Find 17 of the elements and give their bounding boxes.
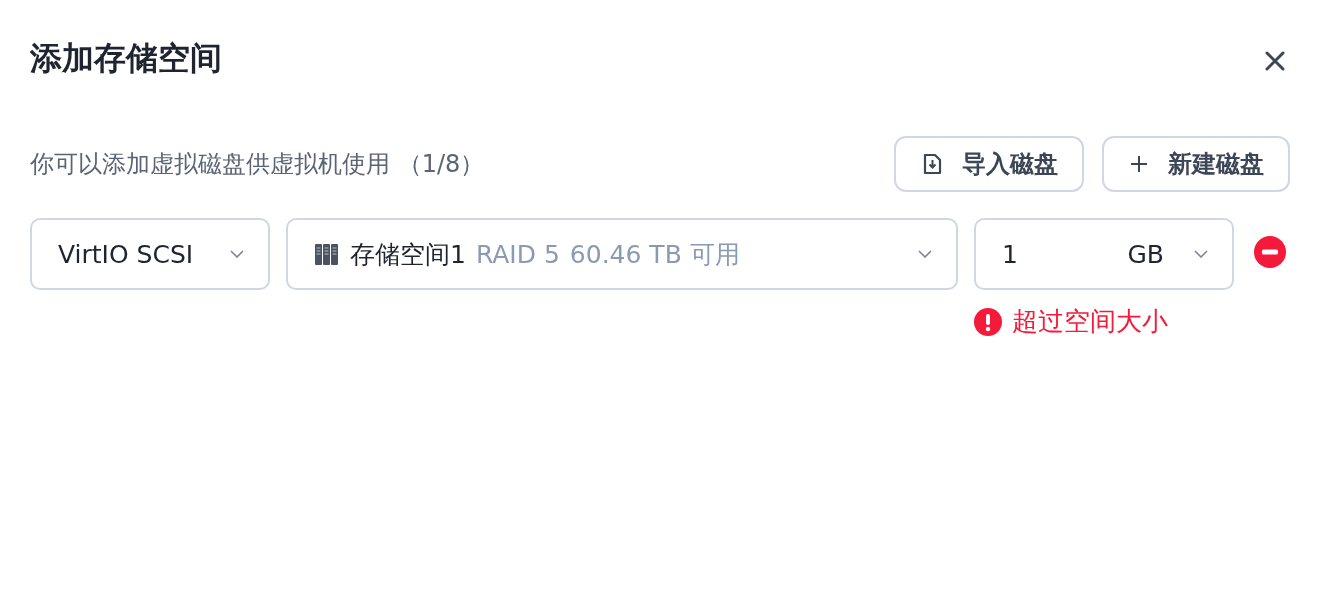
description-text: 你可以添加虚拟磁盘供虚拟机使用 （1/8） bbox=[30, 149, 485, 180]
error-message: 超过空间大小 bbox=[1012, 305, 1168, 338]
new-disk-button[interactable]: 新建磁盘 bbox=[1102, 136, 1290, 192]
remove-icon[interactable] bbox=[1254, 236, 1286, 268]
import-disk-button[interactable]: 导入磁盘 bbox=[894, 136, 1084, 192]
error-icon bbox=[974, 307, 1002, 336]
chevron-down-icon bbox=[918, 250, 932, 258]
bus-select[interactable]: VirtIO SCSI bbox=[30, 218, 270, 290]
chevron-down-icon bbox=[230, 250, 244, 258]
close-icon[interactable] bbox=[1264, 50, 1286, 72]
storage-pool-select[interactable]: 存储空间1 RAID 5 60.46 TB 可用 bbox=[286, 218, 958, 290]
server-rack-icon bbox=[314, 241, 340, 267]
dialog-title: 添加存储空间 bbox=[30, 38, 222, 79]
file-download-icon bbox=[922, 153, 942, 175]
size-field[interactable]: 1 GB bbox=[974, 218, 1234, 290]
chevron-down-icon bbox=[1194, 250, 1208, 258]
plus-icon bbox=[1130, 155, 1148, 173]
